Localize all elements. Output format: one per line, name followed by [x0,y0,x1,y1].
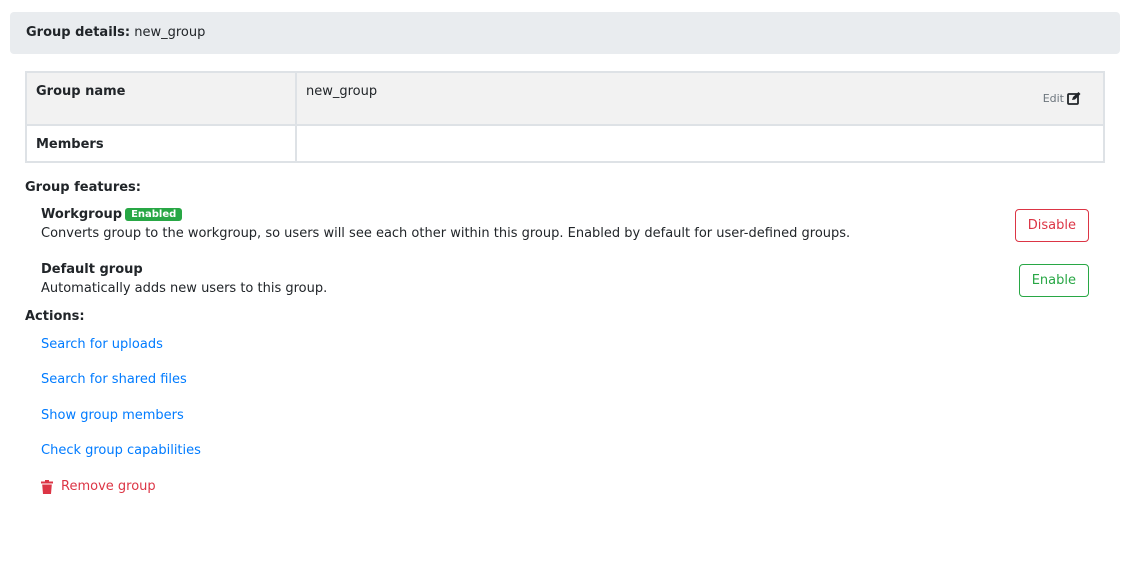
feature-name-row: Workgroup Enabled [41,207,1089,222]
page-header: Group details: new_group [10,12,1120,54]
table-row: Members [25,124,1105,163]
feature-description: Automatically adds new users to this gro… [41,281,328,296]
header-label: Group details: [26,25,131,40]
members-value [295,124,1105,163]
edit-label: Edit [1042,92,1064,105]
enable-default-group-button[interactable]: Enable [1018,264,1089,297]
disable-workgroup-button[interactable]: Disable [1014,209,1089,242]
check-group-capabilities-link[interactable]: Check group capabilities [41,443,201,458]
group-name-label: Group name [25,71,297,126]
edit-icon [1067,92,1081,105]
remove-group-label: Remove group [61,479,156,494]
group-name-cell: new_group Edit [295,71,1105,126]
edit-group-name-button[interactable]: Edit [1043,92,1081,105]
search-uploads-link[interactable]: Search for uploads [41,337,163,352]
feature-name: Workgroup [41,207,123,222]
actions-title: Actions: [25,309,85,324]
feature-default-group: Default group Automatically adds new use… [41,262,1089,297]
table-row: Group name new_group Edit [25,71,1105,126]
group-features-title: Group features: [25,180,141,195]
members-label: Members [25,124,297,163]
trash-icon [41,479,53,494]
group-details-table: Group name new_group Edit Members [25,71,1105,163]
header-group-name: new_group [134,25,206,40]
show-group-members-link[interactable]: Show group members [41,408,184,423]
feature-name: Default group [41,262,143,277]
search-shared-files-link[interactable]: Search for shared files [41,372,187,387]
feature-workgroup: Workgroup Enabled Converts group to the w… [41,207,1089,242]
remove-group-link[interactable]: Remove group [41,479,156,494]
status-badge: Enabled [125,208,183,221]
feature-description: Converts group to the workgroup, so user… [41,226,851,241]
group-name-value: new_group [306,84,378,99]
